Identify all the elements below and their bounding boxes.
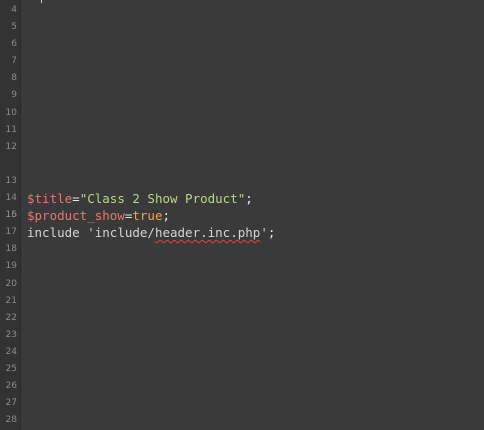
line-number: 28 (5, 415, 17, 426)
code-line[interactable]: 9 (0, 87, 484, 104)
line-number: 20 (5, 278, 17, 289)
code-line[interactable]: 7 (0, 53, 484, 70)
code-editor[interactable]: 4 5 6 7 8 9 10 11 12 13 $title="Class 2 … (0, 0, 484, 430)
code-line[interactable]: 11 (0, 122, 484, 139)
code-line-title[interactable]: 13 $title="Class 2 Show Product"; (0, 156, 484, 206)
code-line[interactable]: 12 (0, 139, 484, 156)
line-number: 22 (5, 312, 17, 323)
line-number: 17 (5, 227, 17, 238)
line-number: 26 (5, 381, 17, 392)
code-line[interactable]: 28 (0, 412, 484, 429)
code-line[interactable]: 17 (0, 224, 484, 241)
line-number: 27 (5, 398, 17, 409)
code-line[interactable]: 16 (0, 207, 484, 224)
code-line[interactable]: 21 (0, 293, 484, 310)
code-line[interactable]: 23 (0, 327, 484, 344)
code-line[interactable]: 25 (0, 361, 484, 378)
line-number: 16 (5, 210, 17, 221)
code-line[interactable]: 26 (0, 378, 484, 395)
code-line-include[interactable]: 15 include 'include/header.inc.php'; (0, 190, 484, 240)
line-number: 25 (5, 363, 17, 374)
code-line[interactable]: 18 (0, 241, 484, 258)
code-line[interactable]: 24 (0, 344, 484, 361)
line-number: 5 (11, 22, 17, 33)
line-number: 8 (11, 73, 17, 84)
code-line[interactable]: 19 (0, 258, 484, 275)
line-number: 4 (11, 5, 17, 15)
code-line[interactable]: 22 (0, 310, 484, 327)
code-line[interactable]: 20 (0, 276, 484, 293)
line-number: 11 (5, 124, 17, 135)
line-number: 7 (11, 56, 17, 67)
line-number: 12 (5, 141, 17, 152)
code-line[interactable]: 4 (0, 2, 484, 19)
code-line[interactable]: 8 (0, 70, 484, 87)
line-number: 21 (5, 295, 17, 306)
code-line-product-show[interactable]: 14 $product_show=true; (0, 173, 484, 223)
code-lines: 4 5 6 7 8 9 10 11 12 13 $title="Class 2 … (0, 2, 484, 429)
code-line[interactable]: 6 (0, 36, 484, 53)
code-line[interactable]: 10 (0, 105, 484, 122)
line-number: 23 (5, 329, 17, 340)
line-number: 24 (5, 346, 17, 357)
code-line[interactable]: 5 (0, 19, 484, 36)
line-number: 10 (5, 107, 17, 118)
code-line[interactable]: 27 (0, 395, 484, 412)
line-number: 6 (11, 39, 17, 50)
line-number: 19 (5, 261, 17, 272)
line-number: 18 (5, 244, 17, 255)
line-number: 9 (11, 90, 17, 101)
